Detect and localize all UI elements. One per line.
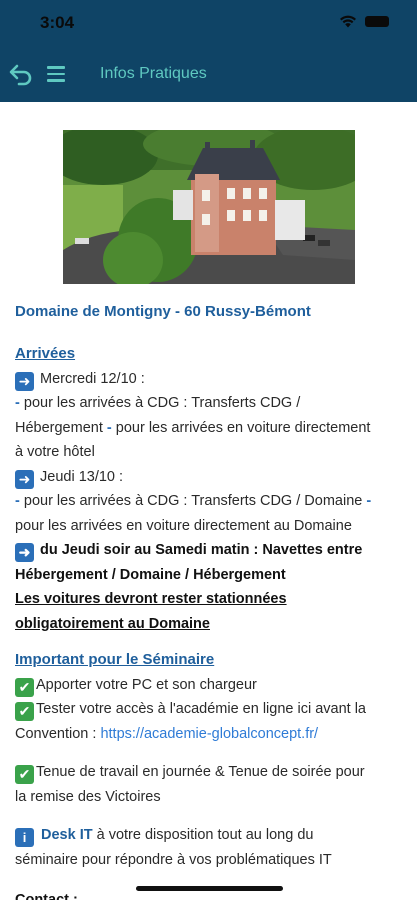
seminar-item-academy-2: Convention : https://academie-globalconc… [15, 725, 319, 742]
arrival-day-2: ➜ Jeudi 13/10 : [15, 465, 400, 490]
hamburger-menu-icon[interactable] [47, 66, 65, 82]
shuttle-info: ➜ du Jeudi soir au Samedi matin : Navette… [15, 538, 400, 563]
academy-link[interactable]: https://academie-globalconcept.fr/ [100, 726, 318, 742]
arrival-day-2-car: pour les arrivées en voiture directement… [15, 517, 352, 534]
venue-photo [63, 130, 355, 284]
desk-it-info: i Desk IT à votre disposition tout au lon… [15, 827, 332, 868]
check-mark-emoji-icon: ✔ [15, 702, 34, 721]
right-arrow-emoji-icon: ➜ [15, 469, 34, 489]
arrival-day-2-cdg: - pour les arrivées à CDG : Transferts C… [15, 493, 372, 509]
shuttle-info-2: Hébergement / Domaine / Hébergement [15, 566, 286, 583]
battery-icon [365, 16, 389, 27]
information-emoji-icon: i [15, 828, 34, 847]
seminar-item-academy: ✔ Tester votre accès à l'académie en lign… [15, 697, 400, 722]
arrival-day-1: ➜ Mercredi 12/10 : [15, 367, 400, 392]
arrivals-heading: Arrivées [15, 345, 76, 362]
seminar-heading: Important pour le Séminaire [15, 651, 215, 668]
app-bar: Infos Pratiques [0, 46, 417, 102]
dress-code: ✔ Tenue de travail en journée & Tenue de … [15, 764, 365, 805]
wifi-icon [340, 15, 356, 28]
check-mark-emoji-icon: ✔ [15, 765, 34, 784]
status-icons [339, 15, 389, 28]
status-time: 3:04 [40, 13, 75, 32]
right-arrow-emoji-icon: ➜ [15, 371, 34, 391]
seminar-section: Important pour le Séminaire ✔ Apporter vo… [15, 648, 400, 746]
seminar-item-pc: ✔ Apporter votre PC et son chargeur [15, 673, 400, 698]
home-indicator[interactable] [136, 886, 283, 891]
arrivals-section: Arrivées ➜ Mercredi 12/10 : - pour les ar… [15, 342, 400, 636]
check-mark-emoji-icon: ✔ [15, 677, 34, 697]
arrival-day-1-hotel: à votre hôtel [15, 444, 95, 460]
venue-title: Domaine de Montigny - 60 Russy-Bémont [15, 303, 311, 320]
parking-notice: Les voitures devront rester stationnées [15, 591, 287, 607]
back-arrow-icon[interactable] [8, 62, 34, 86]
content-scroll[interactable]: Domaine de Montigny - 60 Russy-Bémont Ar… [0, 102, 417, 900]
arrival-day-1-cdg: - pour les arrivées à CDG : Transferts C… [15, 395, 301, 411]
status-bar: 3:04 [0, 0, 417, 46]
right-arrow-emoji-icon: ➜ [15, 543, 34, 562]
parking-notice-2: obligatoirement au Domaine [15, 615, 210, 632]
arrival-day-1-car: Hébergement - pour les arrivées en voitu… [15, 419, 371, 436]
page-title: Infos Pratiques [100, 65, 207, 82]
